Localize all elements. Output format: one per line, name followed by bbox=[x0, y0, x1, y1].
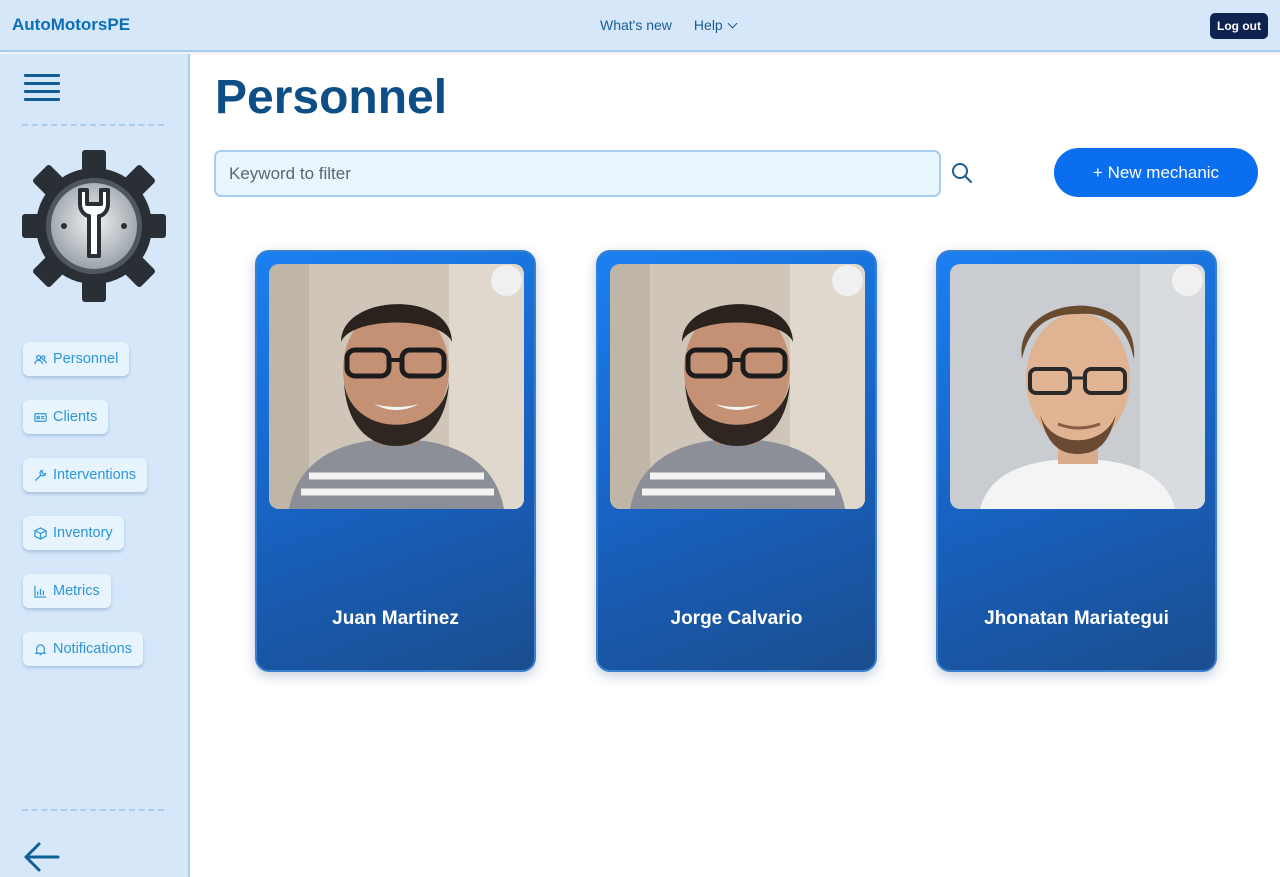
page-title: Personnel bbox=[215, 71, 448, 124]
select-radio[interactable] bbox=[1172, 265, 1203, 296]
select-radio[interactable] bbox=[832, 265, 863, 296]
select-radio[interactable] bbox=[491, 265, 522, 296]
mechanic-photo bbox=[950, 264, 1205, 509]
id-card-icon bbox=[34, 412, 47, 422]
top-nav: What's new Help bbox=[600, 17, 738, 33]
mechanic-photo bbox=[269, 264, 524, 509]
sidebar-item-personnel[interactable]: Personnel bbox=[23, 342, 130, 376]
gear-wrench-logo bbox=[22, 150, 166, 302]
divider bbox=[22, 809, 164, 811]
nav-whats-new[interactable]: What's new bbox=[600, 17, 672, 33]
mechanic-name: Jorge Calvario bbox=[670, 608, 803, 629]
sidebar: Personnel Clients Interventions Inventor… bbox=[0, 54, 190, 877]
sidebar-item-label: Interventions bbox=[53, 467, 137, 483]
brand-logo-text[interactable]: AutoMotorsPE bbox=[12, 15, 130, 35]
divider bbox=[22, 124, 164, 126]
sidebar-item-label: Clients bbox=[53, 409, 98, 425]
hamburger-menu-icon[interactable] bbox=[24, 74, 60, 102]
mechanic-card[interactable]: Jhonatan Mariategui bbox=[936, 250, 1217, 672]
search-input[interactable] bbox=[214, 150, 941, 197]
nav-help-label: Help bbox=[693, 17, 723, 33]
mechanic-name: Jhonatan Mariategui bbox=[984, 608, 1169, 629]
sidebar-item-clients[interactable]: Clients bbox=[23, 400, 109, 434]
mechanic-photo bbox=[610, 264, 865, 509]
new-mechanic-button[interactable]: + New mechanic bbox=[1054, 148, 1258, 197]
box-icon bbox=[34, 526, 47, 540]
mechanic-card[interactable]: Juan Martinez bbox=[255, 250, 536, 672]
bell-icon bbox=[34, 643, 47, 655]
logout-button[interactable]: Log out bbox=[1210, 13, 1268, 39]
sidebar-item-notifications[interactable]: Notifications bbox=[23, 632, 143, 666]
sidebar-item-metrics[interactable]: Metrics bbox=[23, 574, 111, 608]
nav-help[interactable]: Help bbox=[693, 17, 738, 33]
sidebar-item-label: Metrics bbox=[53, 583, 100, 599]
mechanic-name: Juan Martinez bbox=[332, 608, 459, 629]
sidebar-item-interventions[interactable]: Interventions bbox=[23, 458, 148, 492]
bar-chart-icon bbox=[34, 585, 47, 598]
search-icon[interactable] bbox=[950, 161, 974, 185]
sidebar-item-inventory[interactable]: Inventory bbox=[23, 516, 124, 550]
wrench-icon bbox=[34, 469, 47, 481]
back-arrow-icon[interactable] bbox=[22, 840, 62, 874]
chevron-down-icon bbox=[727, 18, 738, 28]
sidebar-item-label: Personnel bbox=[53, 351, 119, 367]
users-icon bbox=[34, 354, 47, 364]
sidebar-item-label: Inventory bbox=[53, 525, 113, 541]
mechanic-card[interactable]: Jorge Calvario bbox=[596, 250, 877, 672]
top-bar: AutoMotorsPE What's new Help Log out bbox=[0, 0, 1280, 52]
sidebar-item-label: Notifications bbox=[53, 641, 132, 657]
